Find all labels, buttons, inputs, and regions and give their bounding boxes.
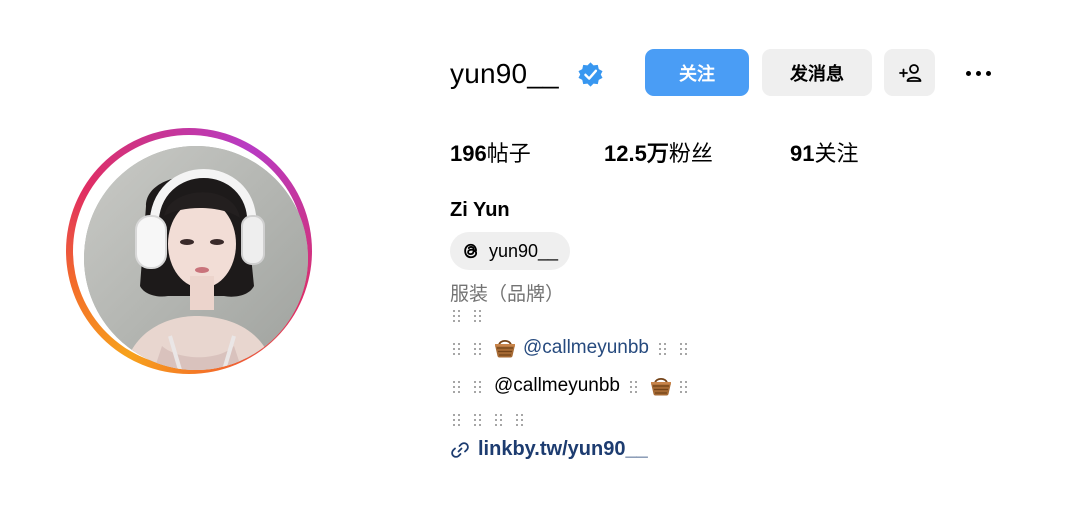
bio-line-2: @callmeyunbb [452,335,700,361]
basket-emoji-icon [650,377,671,396]
threads-icon [464,243,478,259]
followers-count: 12.5万 [604,141,669,166]
stat-posts: 196帖子 [450,139,531,170]
followers-label: 粉丝 [668,142,713,167]
braille-dots-icon [658,341,670,355]
threads-handle: yun90__ [489,240,559,261]
follow-button[interactable]: 关注 [645,49,749,96]
external-link[interactable]: linkby.tw/yun90__ [450,438,648,461]
person-add-icon [898,63,921,82]
braille-dots-icon [473,341,485,355]
stat-following[interactable]: 91关注 [790,139,859,170]
threads-badge[interactable]: yun90__ [450,232,571,270]
posts-label: 帖子 [486,142,531,167]
braille-dots-icon [473,379,485,393]
posts-count: 196 [450,141,487,166]
avatar-story-ring[interactable] [66,128,312,374]
braille-dots-icon [494,412,506,426]
profile-category: 服装（品牌） [450,283,565,305]
braille-dots-icon [452,412,464,426]
bio-line-4 [452,412,536,426]
basket-emoji-icon [495,339,515,358]
stat-followers[interactable]: 12.5万粉丝 [604,139,713,170]
avatar-image [84,146,308,370]
avatar-ring-gap [73,135,308,370]
verified-badge-icon [578,62,603,87]
following-label: 关注 [814,142,859,167]
braille-dots-icon [473,308,485,322]
braille-dots-icon [629,379,641,393]
external-link-text[interactable]: linkby.tw/yun90__ [478,438,648,461]
bio-mention-text: @callmeyunbb [494,375,620,396]
bio-line-1 [452,308,494,322]
bio-mention-link[interactable]: @callmeyunbb [523,335,649,361]
profile-username: yun90__ [450,58,559,89]
braille-dots-icon [679,341,691,355]
link-icon [451,441,469,458]
braille-dots-icon [679,379,691,393]
braille-dots-icon [515,412,527,426]
braille-dots-icon [452,341,464,355]
following-count: 91 [790,141,815,166]
more-options-icon[interactable] [958,58,998,88]
suggest-people-button[interactable] [884,49,935,96]
profile-full-name: Zi Yun [450,199,510,221]
avatar[interactable] [84,146,308,370]
bio-line-3: @callmeyunbb [452,373,700,399]
message-button[interactable]: 发消息 [762,49,872,96]
braille-dots-icon [452,379,464,393]
braille-dots-icon [452,308,464,322]
braille-dots-icon [473,412,485,426]
